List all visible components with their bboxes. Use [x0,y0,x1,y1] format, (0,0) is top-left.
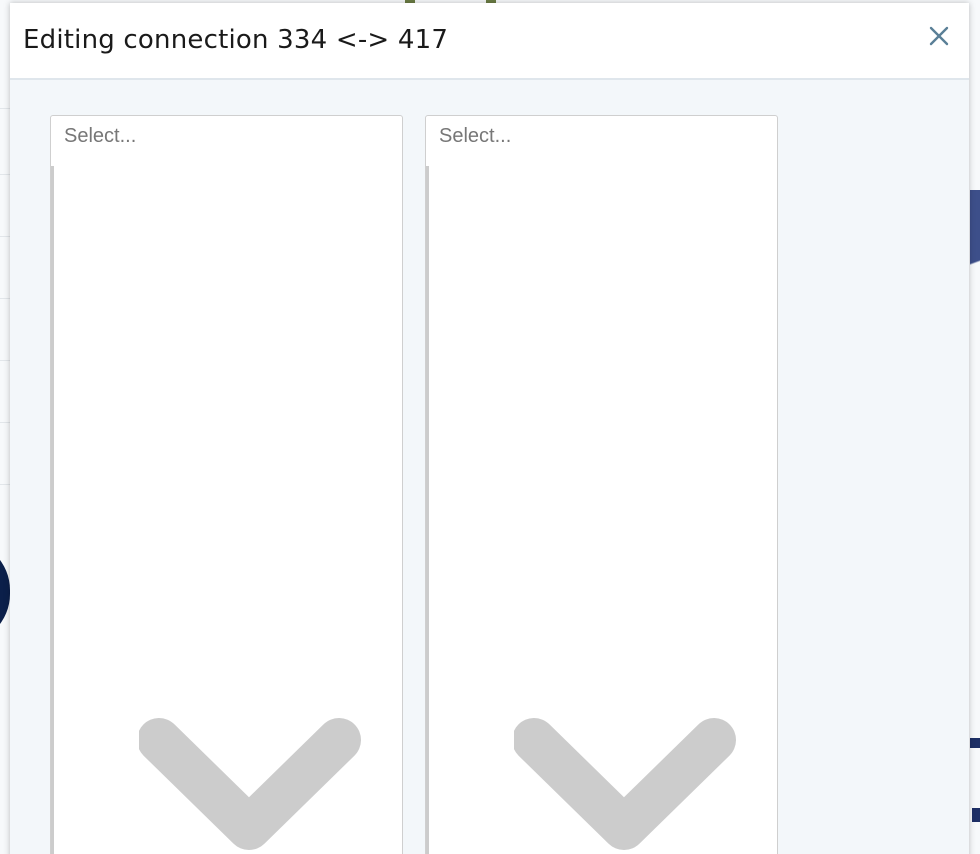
background-divider [0,484,10,485]
select-border [426,166,429,854]
chevron-down-icon[interactable] [514,716,738,854]
background-divider [0,236,10,237]
second-endpoint-select[interactable]: Select... [425,115,778,854]
select-placeholder: Select... [439,125,512,147]
select-placeholder: Select... [64,125,137,147]
background-divider [0,174,10,175]
background-map-shape [0,540,10,644]
background-divider [0,360,10,361]
background-map-shape [970,738,980,748]
select-border [51,166,54,854]
background-map-shape [970,190,980,370]
edit-connection-modal: Editing connection 334 <-> 417 Select...… [10,3,969,854]
close-button[interactable] [924,21,954,51]
first-endpoint-select[interactable]: Select... [50,115,403,854]
background-divider [0,108,10,109]
chevron-down-icon[interactable] [139,716,363,854]
background-divider [0,422,10,423]
modal-title: Editing connection 334 <-> 417 [23,25,449,55]
close-icon [929,26,949,46]
modal-header: Editing connection 334 <-> 417 [10,3,969,80]
background-map-shape [972,808,980,822]
background-divider [0,298,10,299]
